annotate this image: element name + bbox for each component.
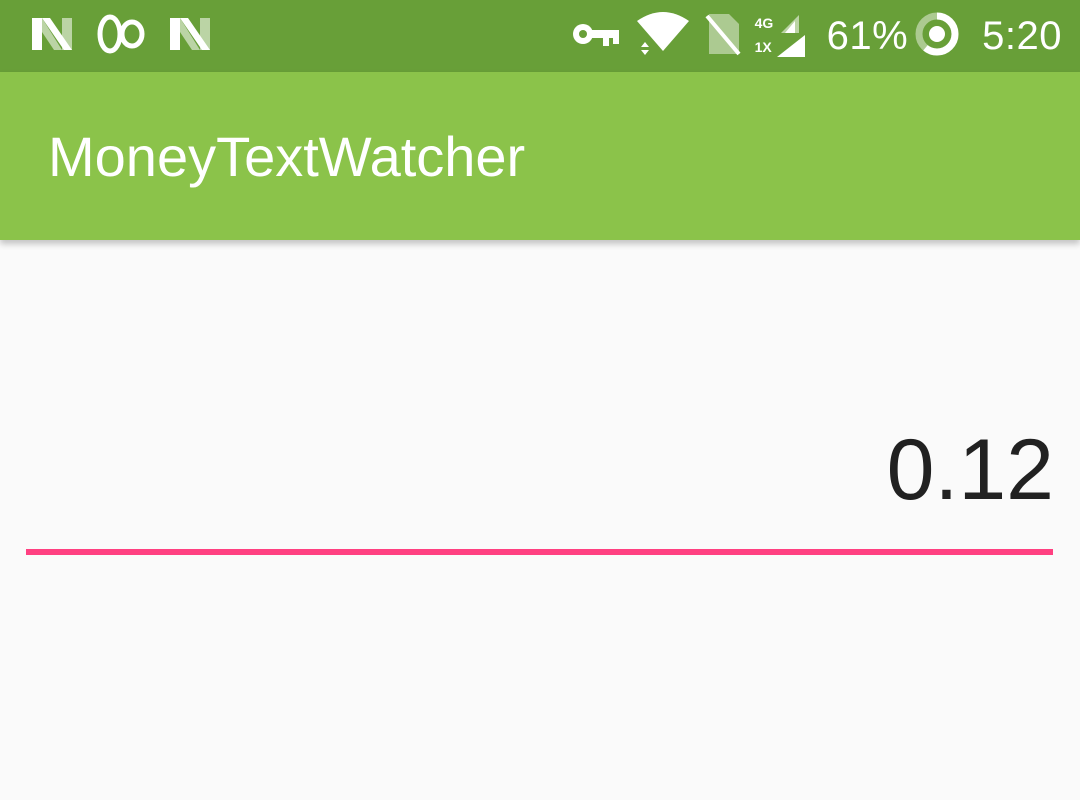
wifi-icon xyxy=(635,11,691,62)
clock: 5:20 xyxy=(982,13,1062,58)
system-icons: 4G 1X 61% 5:20 xyxy=(557,10,1062,62)
n-notification-icon xyxy=(168,14,212,59)
infinity-icon xyxy=(96,12,146,61)
status-bar: 4G 1X 61% 5:20 xyxy=(0,0,1080,72)
input-underline xyxy=(26,549,1053,555)
no-sim-icon xyxy=(705,12,741,61)
notification-icons xyxy=(30,14,212,58)
app-title: MoneyTextWatcher xyxy=(48,125,526,188)
money-input[interactable]: 0.12 xyxy=(26,427,1054,513)
battery-percent: 61% xyxy=(826,13,909,58)
vpn-key-icon xyxy=(571,19,621,54)
app-bar: MoneyTextWatcher xyxy=(0,72,1080,240)
signal-icon: 4G 1X xyxy=(755,13,807,59)
n-notification-icon xyxy=(30,14,74,59)
battery-circle-icon xyxy=(914,11,960,62)
main-content: 0.12 xyxy=(0,240,1080,800)
